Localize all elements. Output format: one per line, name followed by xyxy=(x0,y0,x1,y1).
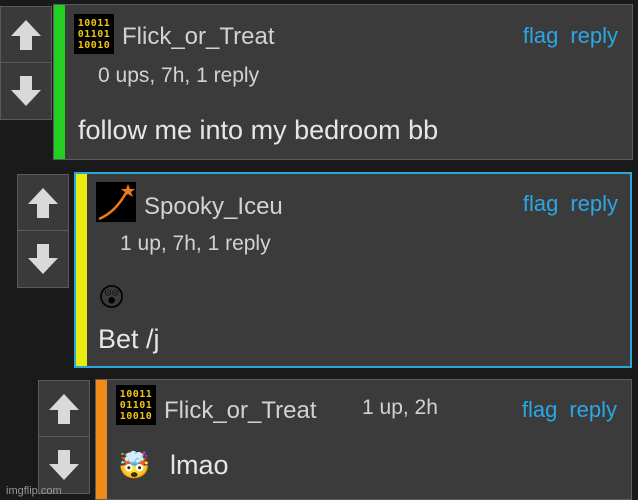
upvote-button[interactable] xyxy=(1,7,51,63)
comment-highlighted: Spooky_Iceu flag reply 1 up, 7h, 1 reply … xyxy=(74,172,632,368)
up-arrow-icon xyxy=(11,19,41,50)
vote-box xyxy=(17,174,69,288)
comment: 10011 01101 10010 Flick_or_Treat flag rep… xyxy=(53,4,633,160)
username-link[interactable]: Flick_or_Treat xyxy=(122,23,274,51)
comment-text: follow me into my bedroom bb xyxy=(78,115,439,145)
downvote-button[interactable] xyxy=(1,63,51,119)
avatar-line: 10010 xyxy=(119,410,153,422)
upvote-button[interactable] xyxy=(39,381,89,437)
emoji-astonished: 😲 xyxy=(98,282,126,312)
comment-meta: 1 up, 2h xyxy=(362,396,438,419)
upvote-button[interactable] xyxy=(18,175,68,231)
emoji-exploding-head: 🤯 xyxy=(118,450,151,480)
comment-actions: flag reply xyxy=(511,23,618,49)
reply-link[interactable]: reply xyxy=(569,397,617,422)
up-arrow-icon xyxy=(49,393,79,424)
avatar[interactable] xyxy=(96,182,136,222)
comment-actions: flag reply xyxy=(510,397,617,423)
avatar-line: 10011 xyxy=(119,388,153,400)
comment-meta: 0 ups, 7h, 1 reply xyxy=(98,64,260,87)
vote-box xyxy=(38,380,90,494)
comment-text: Bet /j xyxy=(98,324,160,354)
comment-text: lmao xyxy=(170,450,229,480)
depth-bar xyxy=(76,174,87,366)
avatar-line: 01101 xyxy=(119,399,153,411)
avatar-line: 10010 xyxy=(77,39,111,51)
reply-link[interactable]: reply xyxy=(570,23,618,48)
flag-link[interactable]: flag xyxy=(523,23,558,48)
reply-link[interactable]: reply xyxy=(570,191,618,216)
vote-box xyxy=(0,6,52,120)
watermark: imgflip.com xyxy=(6,485,62,497)
avatar-line: 01101 xyxy=(77,28,111,40)
depth-bar xyxy=(96,380,107,499)
flag-link[interactable]: flag xyxy=(523,191,558,216)
down-arrow-icon xyxy=(49,450,79,480)
down-arrow-icon xyxy=(28,244,58,274)
up-arrow-icon xyxy=(28,187,58,218)
comment-actions: flag reply xyxy=(511,191,618,217)
username-link[interactable]: Spooky_Iceu xyxy=(144,193,283,221)
depth-bar xyxy=(54,5,65,159)
down-arrow-icon xyxy=(11,76,41,106)
comment-meta: 1 up, 7h, 1 reply xyxy=(120,232,271,255)
comment: 10011 01101 10010 Flick_or_Treat 1 up, 2… xyxy=(95,379,632,500)
avatar[interactable]: 10011 01101 10010 xyxy=(74,14,114,54)
avatar-line: 10011 xyxy=(77,17,111,29)
shooting-star-icon xyxy=(98,184,135,221)
username-link[interactable]: Flick_or_Treat xyxy=(164,397,316,425)
downvote-button[interactable] xyxy=(18,231,68,287)
flag-link[interactable]: flag xyxy=(522,397,557,422)
avatar[interactable]: 10011 01101 10010 xyxy=(116,385,156,425)
